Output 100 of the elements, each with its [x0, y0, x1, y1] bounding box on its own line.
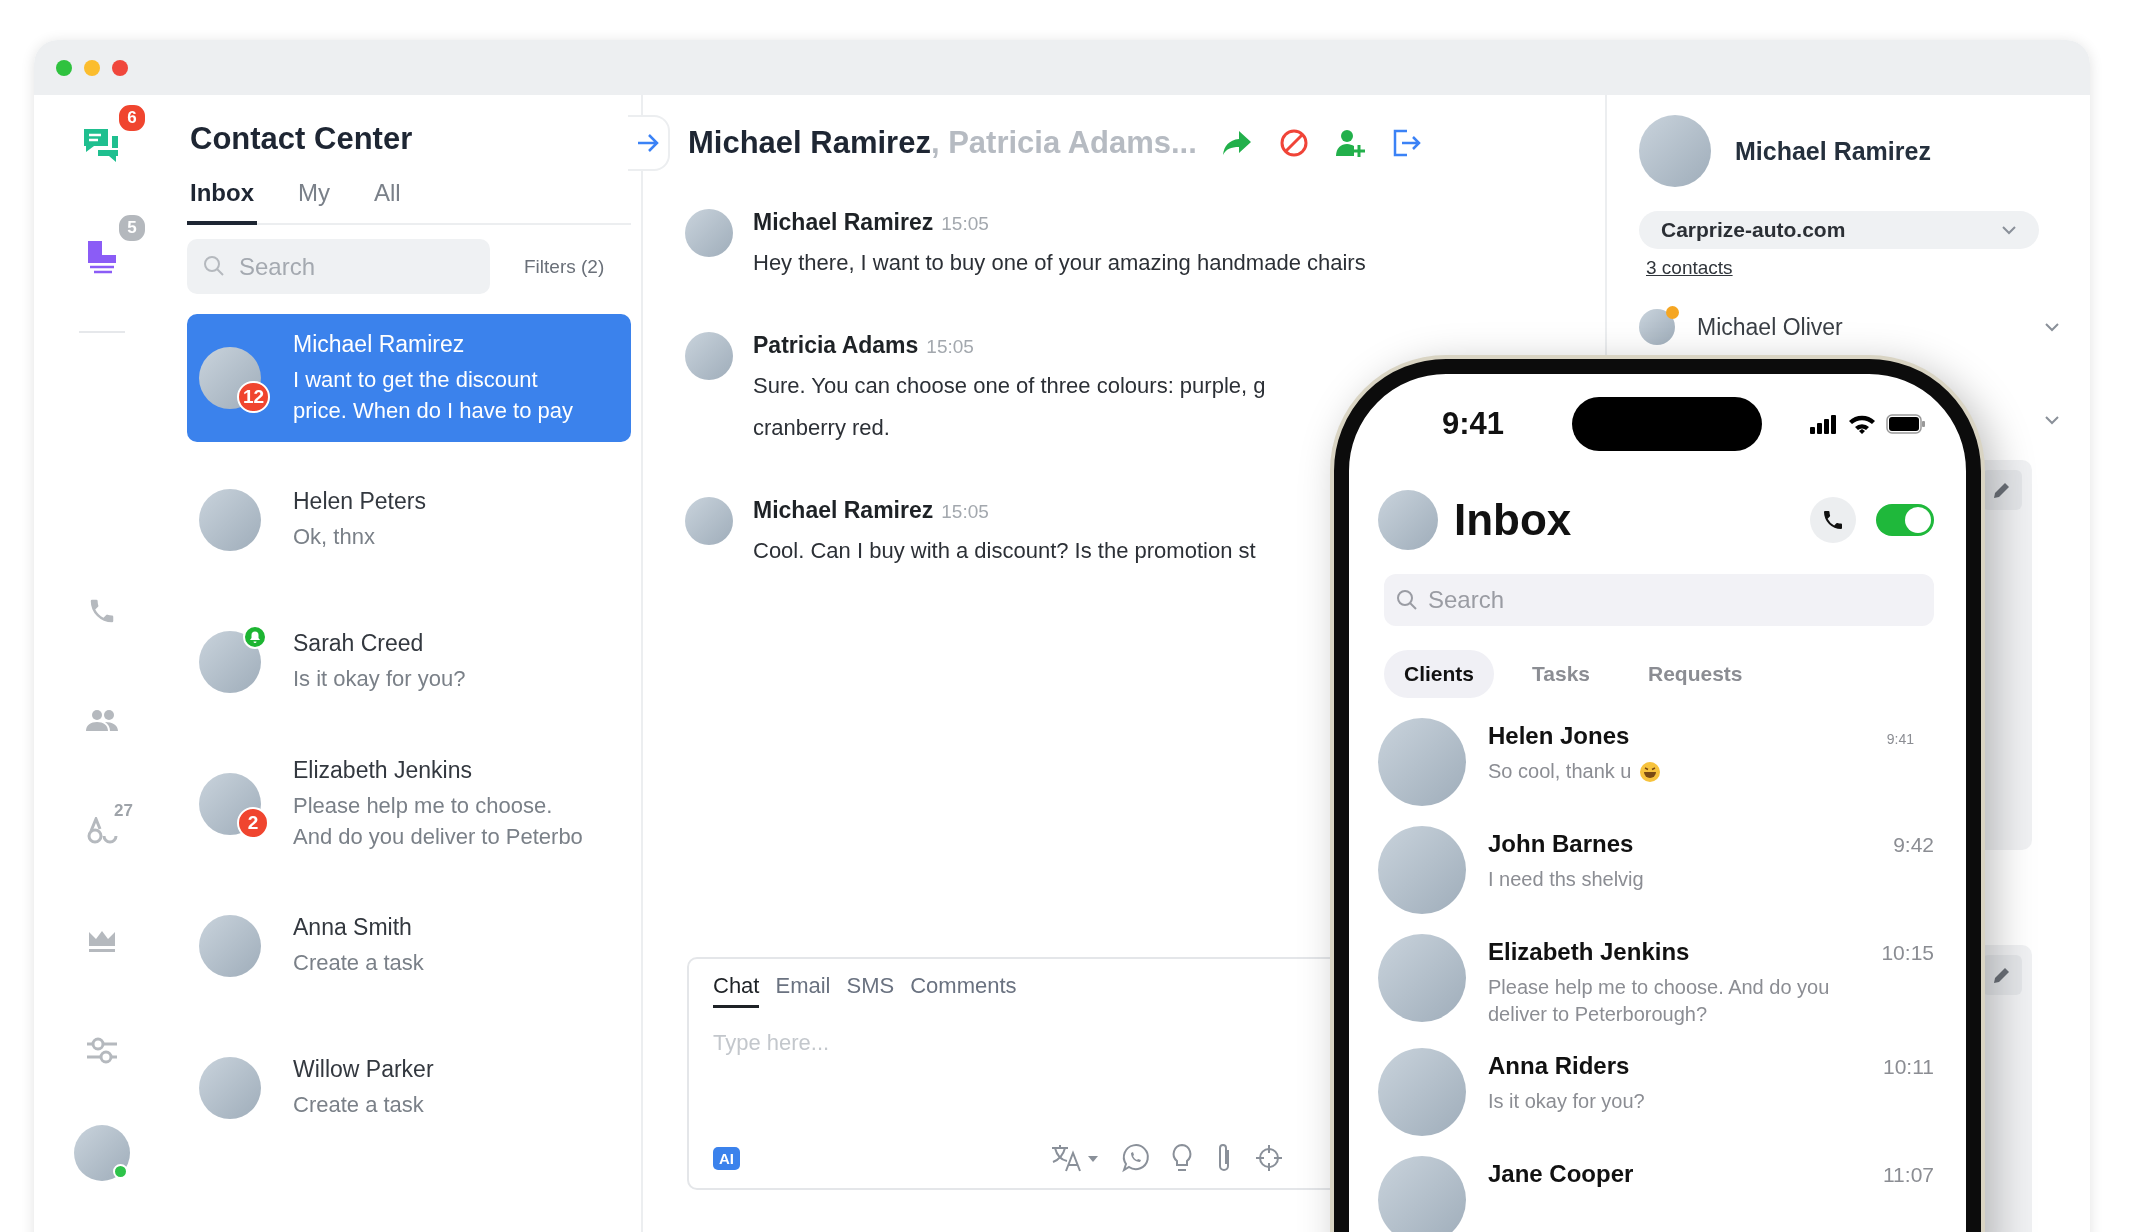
message-time: 10:15 [1881, 941, 1934, 965]
chevron-down-icon [2001, 225, 2017, 235]
panel-title: Contact Center [189, 121, 414, 157]
conversation-item[interactable]: 2 Elizabeth Jenkins Please help me to choose. And do you deliver to Peterbo [187, 740, 631, 868]
person-name: Michael Oliver [1697, 313, 1843, 341]
edit-button[interactable] [1982, 955, 2022, 995]
contact-name: Sarah Creed [293, 630, 425, 657]
contact-name: Jane Cooper [1488, 1160, 1634, 1188]
battery-icon [1886, 414, 1926, 434]
contact-name: Anna Riders [1488, 1052, 1630, 1080]
author-name: Michael Ramirez [753, 209, 934, 236]
author-name: Patricia Adams [753, 332, 919, 359]
message-text: cranberry red. [753, 414, 891, 442]
company-dropdown[interactable]: Carprize-auto.com [1639, 211, 2039, 249]
contact-name: Elizabeth Jenkins [1488, 938, 1690, 966]
avatar [685, 497, 733, 545]
message-time: 15:05 [941, 213, 989, 235]
avatar [685, 332, 733, 380]
chat-item[interactable]: Elizabeth Jenkins 10:15 Please help me to choose. And do you deliver to Peterborough? [1378, 934, 1934, 1028]
window-control[interactable] [56, 59, 72, 76]
message-time: 15:05 [926, 336, 974, 358]
count-badge: 6 [117, 103, 147, 133]
message-preview: Please help me to choose. [293, 791, 554, 820]
chevron-down-icon[interactable] [2044, 322, 2060, 332]
message-preview: I want to get the discount [293, 365, 539, 394]
message-preview: price. When do I have to pay [293, 396, 574, 425]
contact-name: Michael Ramirez [293, 330, 466, 358]
filters-button[interactable]: Filters (2) [518, 254, 611, 279]
ai-button[interactable]: AI [713, 1146, 740, 1170]
translate-icon[interactable] [1050, 1143, 1100, 1173]
block-icon[interactable] [1278, 128, 1309, 158]
tab[interactable]: Inbox [187, 179, 257, 225]
add-user-icon[interactable] [1334, 128, 1365, 158]
pencil-icon [1992, 480, 2012, 500]
conversation-item[interactable]: Anna Smith Create a task [187, 882, 631, 1010]
crown-icon[interactable] [88, 929, 116, 953]
phone-icon [1821, 508, 1845, 532]
crosshair-icon[interactable] [1254, 1143, 1284, 1173]
message-text: Cool. Can I buy with a discount? Is the promotion st [753, 537, 1256, 565]
contact-name: Anna Smith [293, 914, 413, 941]
chat-title: Michael Ramirez, Patricia Adams... [688, 125, 1197, 161]
message-preview: Create a task [293, 949, 424, 977]
message-preview: So cool, thank u [1488, 759, 1632, 784]
tab[interactable]: Chat [713, 973, 760, 1008]
message-preview: Is it okay for you? [293, 665, 466, 693]
message-time: 9:41 [1886, 731, 1914, 747]
user-avatar[interactable] [74, 1125, 130, 1181]
sliders-icon[interactable] [86, 1037, 118, 1065]
message-preview: Is it okay for you? [1488, 1089, 1645, 1114]
signal-icon [1810, 414, 1838, 434]
forward-icon[interactable] [1220, 129, 1253, 157]
tab[interactable]: My [295, 179, 333, 225]
contact-name: Willow Parker [293, 1056, 434, 1083]
conversation-item[interactable]: Willow Parker Create a task [187, 1024, 631, 1152]
message-preview: I need ths shelvig [1488, 867, 1644, 892]
collapse-handle[interactable] [628, 115, 670, 171]
wifi-icon [1848, 414, 1876, 434]
call-button[interactable] [1810, 497, 1856, 543]
tab[interactable]: Clients [1384, 650, 1494, 698]
lightbulb-icon[interactable] [1170, 1143, 1194, 1173]
search-icon [1396, 589, 1418, 611]
chevron-down-icon[interactable] [2044, 415, 2060, 425]
message-preview: Create a task [293, 1091, 425, 1119]
chat-item[interactable]: John Barnes 9:42 I need ths shelvig [1378, 826, 1934, 914]
contact-name: Elizabeth Jenkins [293, 756, 473, 784]
avatar [1378, 490, 1438, 550]
window-control[interactable] [112, 59, 128, 76]
screen-title: Inbox [1454, 495, 1572, 545]
message-preview: Ok, thnx [293, 523, 376, 551]
tab[interactable]: Comments [910, 973, 1017, 1008]
conversation-item[interactable]: Helen Peters Ok, thnx [187, 456, 631, 584]
message-time: 11:07 [1883, 1163, 1934, 1187]
bell-icon [243, 625, 267, 649]
people-icon[interactable] [86, 709, 118, 733]
message-time: 15:05 [941, 501, 989, 523]
chat-item[interactable]: Anna Riders 10:11 Is it okay for you? [1378, 1048, 1934, 1136]
unread-badge: 2 [237, 807, 269, 839]
search-field[interactable]: Search [187, 239, 490, 294]
count-badge: 5 [117, 213, 147, 243]
whatsapp-icon[interactable] [1120, 1143, 1150, 1173]
toggle-switch[interactable] [1876, 504, 1934, 536]
search-icon [203, 255, 225, 277]
conversation-item[interactable]: 12 Michael Ramirez I want to get the discount price. When do I have to pay [187, 314, 631, 442]
contact-name: Michael Ramirez [1735, 136, 1931, 166]
arrow-right-icon [637, 134, 659, 152]
edit-button[interactable] [1982, 470, 2022, 510]
contact-name: Helen Jones [1488, 722, 1630, 750]
chat-item[interactable]: Jane Cooper 11:07 [1378, 1156, 1934, 1232]
tab[interactable]: SMS [846, 973, 895, 1008]
message-time: 10:11 [1883, 1055, 1934, 1079]
contacts-link[interactable]: 3 contacts [1646, 257, 1733, 279]
tab[interactable]: All [371, 179, 404, 225]
chat-item[interactable]: Helen Jones 9:41 So cool, thank u [1378, 718, 1934, 806]
rings-icon[interactable] [86, 817, 118, 845]
status-time: 9:41 [1442, 406, 1506, 442]
search-field[interactable]: Search [1384, 574, 1934, 626]
message-text: Hey there, I want to buy one of your amazing handmade chairs [753, 249, 1366, 277]
tab[interactable]: Email [775, 973, 831, 1008]
contact-name: John Barnes [1488, 830, 1634, 858]
conversation-item[interactable]: Sarah Creed Is it okay for you? [187, 598, 631, 726]
